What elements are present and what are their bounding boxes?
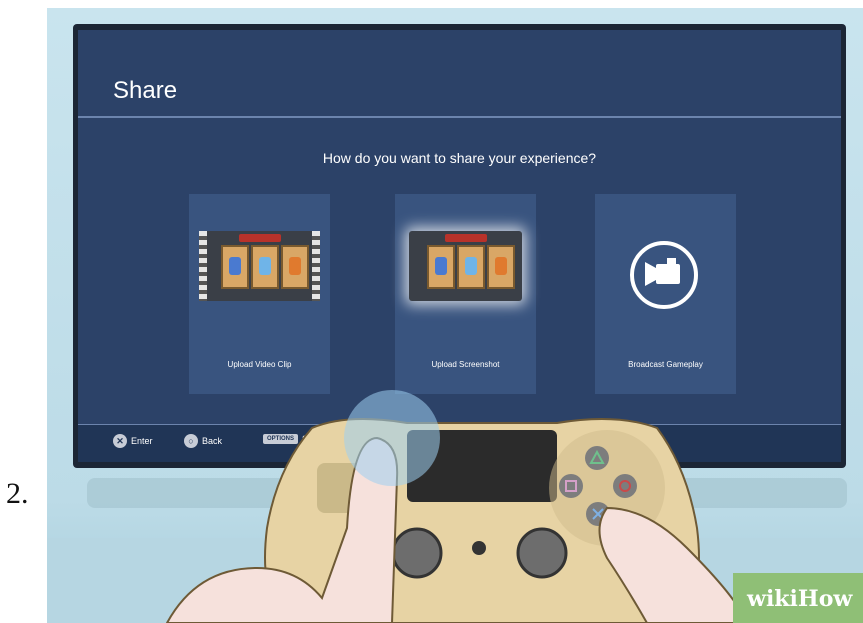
step-number: 2. [6, 477, 29, 510]
video-camera-icon [630, 241, 698, 309]
tv-shadow [87, 478, 847, 508]
share-prompt: How do you want to share your experience… [322, 150, 597, 166]
upload-screenshot-option[interactable]: Upload Screenshot [395, 194, 536, 394]
option-label: Broadcast Gameplay [628, 360, 703, 369]
circle-button-icon: ○ [184, 434, 198, 448]
broadcast-gameplay-option[interactable]: Broadcast Gameplay [595, 194, 736, 394]
title-divider [78, 116, 841, 118]
video-clip-thumbnail-icon [199, 231, 320, 301]
back-label: Back [202, 436, 223, 446]
back-hint: ○ Back [184, 434, 222, 448]
options-label: Sh [302, 434, 314, 444]
option-label: Upload Screenshot [431, 360, 500, 369]
enter-hint: ✕ Enter [113, 434, 153, 448]
television: Share How do you want to share your expe… [73, 24, 846, 468]
illustration: Share How do you want to share your expe… [47, 8, 863, 623]
watermark-part2: How [797, 586, 853, 612]
bottom-divider [78, 424, 841, 425]
upload-video-clip-option[interactable]: Upload Video Clip [189, 194, 330, 394]
option-label: Upload Video Clip [227, 360, 292, 369]
watermark-part1: wiki [747, 586, 798, 612]
screenshot-thumbnail-icon [409, 231, 522, 301]
cross-button-icon: ✕ [113, 434, 127, 448]
enter-label: Enter [131, 436, 153, 446]
page-title: Share [113, 77, 178, 104]
watermark-logo: wikiHow [747, 586, 852, 612]
share-screen: Share How do you want to share your expe… [78, 30, 841, 462]
options-key: OPTIONS [263, 434, 299, 444]
options-hint: OPTIONS Sh [263, 434, 313, 444]
